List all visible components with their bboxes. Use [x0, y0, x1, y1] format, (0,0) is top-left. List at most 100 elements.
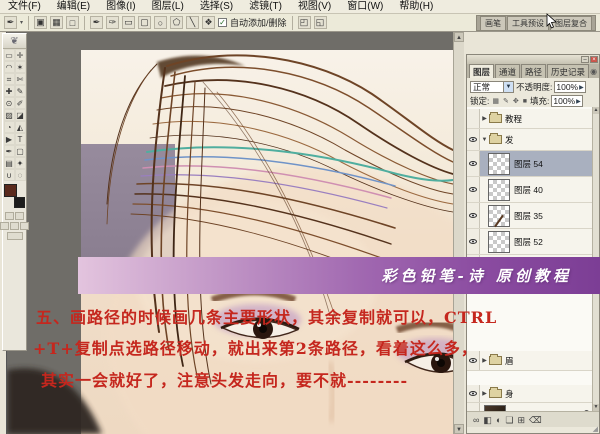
dropdown-arrow-icon[interactable]: ▼ [503, 82, 513, 92]
menu-edit[interactable]: 编辑(E) [49, 0, 98, 14]
visibility-toggle[interactable] [467, 151, 480, 176]
gradient-tool-icon[interactable]: ◪ [15, 109, 26, 121]
collapse-arrow-icon[interactable]: ▶ [480, 357, 489, 364]
paths-mode-button[interactable]: ▦ [50, 16, 63, 29]
pen-tool-icon[interactable]: ✒ [4, 145, 15, 157]
custom-shape-tool-button[interactable]: ❖ [202, 16, 215, 29]
scroll-up-icon[interactable]: ▲ [454, 32, 464, 42]
menu-window[interactable]: 窗口(W) [339, 0, 391, 14]
marquee-tool-icon[interactable]: ▭ [4, 49, 15, 61]
layer-row-group[interactable]: ▶ 眉 [467, 351, 592, 371]
visibility-toggle[interactable] [467, 385, 480, 402]
menu-filter[interactable]: 滤镜(T) [241, 0, 290, 14]
lock-move-icon[interactable]: ✥ [513, 97, 519, 105]
layer-row-group[interactable]: ▼ 发 [467, 129, 592, 151]
lock-all-icon[interactable]: ■ [523, 98, 527, 105]
layer-style-icon[interactable]: ◧ [483, 413, 492, 427]
lock-transparency-icon[interactable]: ▦ [492, 97, 499, 105]
rectangle-tool-button[interactable]: ▭ [122, 16, 135, 29]
layer-row-group[interactable]: ▶ 教程 [467, 109, 592, 129]
menu-file[interactable]: 文件(F) [0, 0, 49, 14]
menu-image[interactable]: 图像(I) [98, 0, 143, 14]
scroll-up-icon[interactable]: ▲ [593, 107, 599, 114]
ellipse-tool-button[interactable]: ○ [154, 16, 167, 29]
jump-to-imageready-button[interactable] [7, 232, 23, 240]
collapse-arrow-icon[interactable]: ▶ [480, 115, 489, 122]
palette-resize-grip[interactable]: ◢ [593, 425, 598, 433]
scroll-down-icon[interactable]: ▼ [593, 404, 599, 411]
pen-tool-button[interactable]: ✒ [90, 16, 103, 29]
quick-mask-mode-button[interactable] [15, 212, 24, 220]
screen-mode-button-1[interactable] [0, 222, 9, 230]
background-color-swatch[interactable] [14, 197, 25, 208]
shape-layers-mode-button[interactable]: ▣ [34, 16, 47, 29]
layer-row[interactable]: 图层 54 [467, 151, 592, 177]
fill-arrow-icon[interactable]: ▶ [576, 98, 581, 105]
freeform-pen-tool-button[interactable]: ✑ [106, 16, 119, 29]
fill-pixels-mode-button[interactable]: □ [66, 16, 79, 29]
type-tool-icon[interactable]: T [15, 133, 26, 145]
tab-layers[interactable]: 图层 [469, 64, 494, 78]
layer-row[interactable]: 图层 40 [467, 177, 592, 203]
new-layer-icon[interactable]: ⊞ [517, 413, 525, 427]
scroll-down-icon[interactable]: ▼ [454, 424, 464, 434]
clone-stamp-tool-icon[interactable]: ⊙ [4, 97, 15, 109]
notes-tool-icon[interactable]: ▤ [4, 157, 15, 169]
collapse-arrow-icon[interactable]: ▼ [480, 137, 489, 143]
visibility-toggle[interactable] [467, 177, 480, 202]
tab-history[interactable]: 历史记录 [547, 64, 589, 78]
eraser-tool-icon[interactable]: ▨ [4, 109, 15, 121]
healing-brush-tool-icon[interactable]: ✚ [4, 85, 15, 97]
layer-row-background[interactable]: 背景 [467, 403, 592, 411]
link-layers-icon[interactable]: ∞ [473, 413, 479, 427]
blur-tool-icon[interactable]: ◔ [4, 121, 15, 133]
blend-mode-select[interactable]: 正常 ▼ [470, 81, 514, 93]
pen-tool-preset-icon[interactable]: ✒ [4, 16, 17, 29]
visibility-toggle[interactable] [467, 403, 480, 411]
move-tool-icon[interactable]: ✛ [15, 49, 26, 61]
opacity-input[interactable]: 100%▶ [554, 81, 585, 93]
layer-row[interactable]: 图层 35 [467, 203, 592, 229]
palette-close-button[interactable]: × [590, 56, 598, 63]
magic-wand-tool-icon[interactable]: ✶ [15, 61, 26, 73]
well-tab-tool-presets[interactable]: 工具预设 [507, 16, 549, 30]
combine-subtract-button[interactable]: ◱ [314, 16, 327, 29]
visibility-toggle[interactable] [467, 229, 480, 254]
visibility-toggle[interactable] [467, 109, 480, 128]
rounded-rectangle-tool-button[interactable]: ▢ [138, 16, 151, 29]
lock-paint-icon[interactable]: ✎ [503, 97, 509, 105]
palette-menu-icon[interactable]: ◉ [590, 66, 597, 78]
auto-add-delete-checkbox[interactable]: ✓ [218, 18, 227, 27]
menu-layer[interactable]: 图层(L) [144, 0, 192, 14]
path-selection-tool-icon[interactable]: ▶ [4, 133, 15, 145]
screen-mode-button-3[interactable] [20, 222, 29, 230]
preset-dropdown-arrow-icon[interactable]: ▾ [20, 19, 23, 26]
canvas-vertical-scrollbar[interactable]: ▲ ▼ [453, 32, 464, 434]
polygon-tool-button[interactable]: ⬠ [170, 16, 183, 29]
visibility-toggle[interactable] [467, 203, 480, 228]
palette-titlebar[interactable]: – × [467, 55, 599, 64]
delete-layer-icon[interactable]: ⌫ [529, 413, 542, 427]
screen-mode-button-2[interactable] [10, 222, 19, 230]
shape-tool-icon[interactable]: ▢ [15, 145, 26, 157]
visibility-toggle[interactable] [467, 129, 480, 150]
combine-add-button[interactable]: ◰ [298, 16, 311, 29]
crop-tool-icon[interactable]: ⌗ [4, 73, 15, 85]
tab-paths[interactable]: 路径 [521, 64, 546, 78]
eyedropper-tool-icon[interactable]: ✦ [15, 157, 26, 169]
brush-tool-icon[interactable]: ✎ [15, 85, 26, 97]
opacity-arrow-icon[interactable]: ▶ [579, 84, 584, 91]
slice-tool-icon[interactable]: ✄ [15, 73, 26, 85]
standard-mode-button[interactable] [5, 212, 14, 220]
tab-channels[interactable]: 通道 [495, 64, 520, 78]
zoom-tool-icon[interactable]: ◌ [15, 169, 26, 181]
layer-row-group[interactable]: ▶ 身 [467, 385, 592, 403]
foreground-color-swatch[interactable] [4, 184, 17, 197]
layer-row[interactable]: 图层 52 [467, 229, 592, 255]
collapse-arrow-icon[interactable]: ▶ [480, 390, 489, 397]
adjustment-layer-icon[interactable]: ❏ [505, 413, 513, 427]
dodge-tool-icon[interactable]: ◭ [15, 121, 26, 133]
menu-view[interactable]: 视图(V) [290, 0, 339, 14]
history-brush-tool-icon[interactable]: ✐ [15, 97, 26, 109]
line-tool-button[interactable]: ╲ [186, 16, 199, 29]
